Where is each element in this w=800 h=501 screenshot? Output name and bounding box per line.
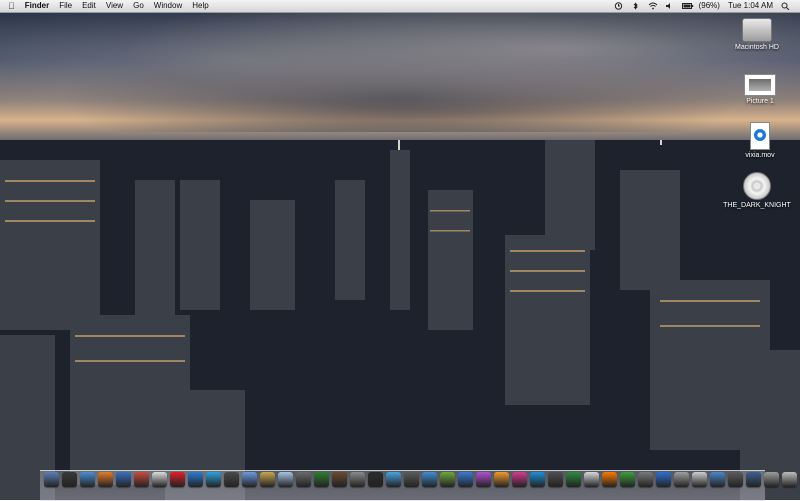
- wallpaper-clouds: [0, 12, 800, 132]
- dock-app-icon[interactable]: [386, 472, 401, 487]
- dock-app-icon[interactable]: [242, 472, 257, 487]
- dock-app-icon[interactable]: [134, 472, 149, 487]
- dock-app-icon[interactable]: [188, 472, 203, 487]
- desktop-icon-picture-1[interactable]: Picture 1: [725, 74, 795, 105]
- dock-app-icon[interactable]: [206, 472, 221, 487]
- dock-app-icon[interactable]: [494, 472, 509, 487]
- dock-app-icon[interactable]: [440, 472, 455, 487]
- dock-app-icon[interactable]: [548, 472, 563, 487]
- dock-app-icon[interactable]: [98, 472, 113, 487]
- menu-clock[interactable]: Tue 1:04 AM: [728, 0, 773, 12]
- dock-app-icon[interactable]: [44, 472, 59, 487]
- dock-app-icon[interactable]: [746, 472, 761, 487]
- dock-app-icon[interactable]: [116, 472, 131, 487]
- dock-app-icon[interactable]: [278, 472, 293, 487]
- menu-bar:  Finder File Edit View Go Window Help (…: [0, 0, 800, 13]
- apple-menu-icon[interactable]: : [8, 0, 15, 12]
- dock-app-icon[interactable]: [656, 472, 671, 487]
- dock-app-icon[interactable]: [728, 472, 743, 487]
- dock-app-icon[interactable]: [260, 472, 275, 487]
- desktop-icon-label: Macintosh HD: [735, 44, 779, 51]
- desktop-icon-label: vixia.mov: [745, 152, 775, 159]
- dock-app-icon[interactable]: [692, 472, 707, 487]
- wallpaper-city-skyline: [0, 140, 800, 500]
- menu-app-finder[interactable]: Finder: [25, 0, 49, 12]
- desktop-icon-macintosh-hd[interactable]: Macintosh HD: [722, 18, 792, 51]
- menu-file[interactable]: File: [59, 0, 72, 12]
- dvd-disc-icon: [743, 172, 771, 200]
- dock-app-icon[interactable]: [530, 472, 545, 487]
- dock-app-icon[interactable]: [782, 472, 797, 487]
- dock-app-icon[interactable]: [458, 472, 473, 487]
- dock-app-icon[interactable]: [170, 472, 185, 487]
- dock-app-icon[interactable]: [422, 472, 437, 487]
- wifi-icon[interactable]: [648, 2, 657, 10]
- dock-app-icon[interactable]: [710, 472, 725, 487]
- desktop-wallpaper: [0, 0, 800, 500]
- dock-app-icon[interactable]: [62, 472, 77, 487]
- dock-app-icon[interactable]: [368, 472, 383, 487]
- battery-icon[interactable]: [681, 2, 693, 10]
- dock-app-icon[interactable]: [224, 472, 239, 487]
- desktop-icon-label: Picture 1: [746, 98, 774, 105]
- dock-app-icon[interactable]: [566, 472, 581, 487]
- menu-help[interactable]: Help: [192, 0, 208, 12]
- desktop-icon-label: THE_DARK_KNIGHT: [723, 202, 791, 209]
- desktop-icon-the-dark-knight[interactable]: THE_DARK_KNIGHT: [722, 172, 792, 209]
- menu-edit[interactable]: Edit: [82, 0, 96, 12]
- dock-app-icon[interactable]: [638, 472, 653, 487]
- menu-view[interactable]: View: [106, 0, 123, 12]
- image-file-icon: [744, 74, 776, 96]
- dock-app-icon[interactable]: [296, 472, 311, 487]
- dock-app-icon[interactable]: [620, 472, 635, 487]
- dock-app-icon[interactable]: [764, 472, 779, 487]
- dock-app-icon[interactable]: [584, 472, 599, 487]
- desktop-icon-vixia-mov[interactable]: vixia.mov: [725, 122, 795, 159]
- dock-app-icon[interactable]: [332, 472, 347, 487]
- dock-app-icon[interactable]: [602, 472, 617, 487]
- dock-app-icon[interactable]: [350, 472, 365, 487]
- time-machine-icon[interactable]: [614, 2, 623, 10]
- dock-app-icon[interactable]: [512, 472, 527, 487]
- spotlight-search-icon[interactable]: [781, 2, 790, 11]
- dock-icons-row: [44, 472, 800, 487]
- dock-app-icon[interactable]: [674, 472, 689, 487]
- dock-app-icon[interactable]: [80, 472, 95, 487]
- menu-go[interactable]: Go: [133, 0, 144, 12]
- volume-icon[interactable]: [665, 2, 674, 10]
- hard-drive-icon: [742, 18, 772, 42]
- dock-app-icon[interactable]: [314, 472, 329, 487]
- dock-app-icon[interactable]: [404, 472, 419, 487]
- dock-app-icon[interactable]: [152, 472, 167, 487]
- bluetooth-icon[interactable]: [631, 2, 640, 10]
- menu-window[interactable]: Window: [154, 0, 182, 12]
- dock-app-icon[interactable]: [476, 472, 491, 487]
- battery-percent: (96%): [698, 1, 720, 10]
- movie-file-icon: [750, 122, 770, 150]
